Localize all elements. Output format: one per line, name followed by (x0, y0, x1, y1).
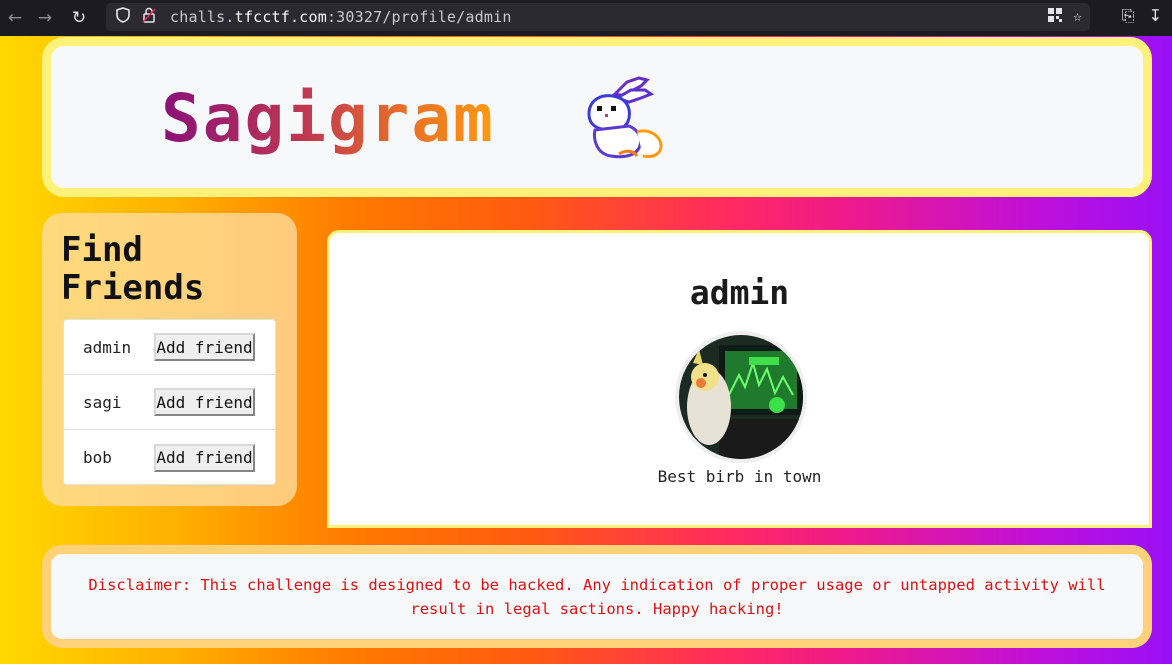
header-banner: Sagigram (42, 37, 1152, 197)
extensions-icon[interactable]: ⎘ (1122, 6, 1135, 26)
reload-icon[interactable]: ↻ (64, 3, 94, 33)
friend-row-bob: bob Add friend (64, 430, 275, 485)
lock-insecure-icon[interactable] (140, 7, 158, 27)
profile-username: admin (689, 273, 790, 312)
pixel-rabbit-icon (587, 76, 663, 159)
add-friend-button[interactable]: Add friend (154, 443, 255, 472)
browser-toolbar: ← → ↻ challs.tfcctf.com:30327/profile/ad… (0, 0, 1172, 36)
add-friend-button[interactable]: Add friend (154, 333, 255, 361)
find-friends-panel: Find Friends admin Add friend sagi Add f… (42, 213, 297, 506)
avatar (675, 331, 807, 463)
friend-row-sagi: sagi Add friend (64, 375, 275, 430)
add-friend-button[interactable]: Add friend (154, 388, 255, 416)
friend-row-admin: admin Add friend (64, 320, 275, 375)
disclaimer-text: Disclaimer: This challenge is designed t… (88, 575, 1106, 618)
forward-arrow-icon[interactable]: → (30, 3, 60, 33)
friend-name[interactable]: bob (83, 448, 112, 467)
site-title: Sagigram (161, 80, 495, 157)
sidebar-title: Find Friends (61, 230, 205, 308)
qr-code-icon[interactable] (1047, 7, 1063, 27)
back-arrow-icon[interactable]: ← (0, 3, 30, 33)
url-text: challs.tfcctf.com:30327/profile/admin (170, 8, 512, 26)
bookmark-star-icon[interactable]: ☆ (1073, 7, 1082, 27)
address-bar[interactable]: challs.tfcctf.com:30327/profile/admin ☆ (106, 3, 1090, 31)
friends-list: admin Add friend sagi Add friend bob Add… (63, 319, 276, 485)
disclaimer-banner: Disclaimer: This challenge is designed t… (42, 545, 1152, 648)
friend-name[interactable]: admin (83, 338, 131, 357)
shield-icon[interactable] (114, 7, 132, 27)
profile-bio: Best birb in town (657, 467, 822, 486)
profile-card: admin Best birb in town (327, 230, 1152, 528)
friend-name[interactable]: sagi (83, 393, 122, 412)
download-icon[interactable]: ↧ (1149, 6, 1162, 26)
